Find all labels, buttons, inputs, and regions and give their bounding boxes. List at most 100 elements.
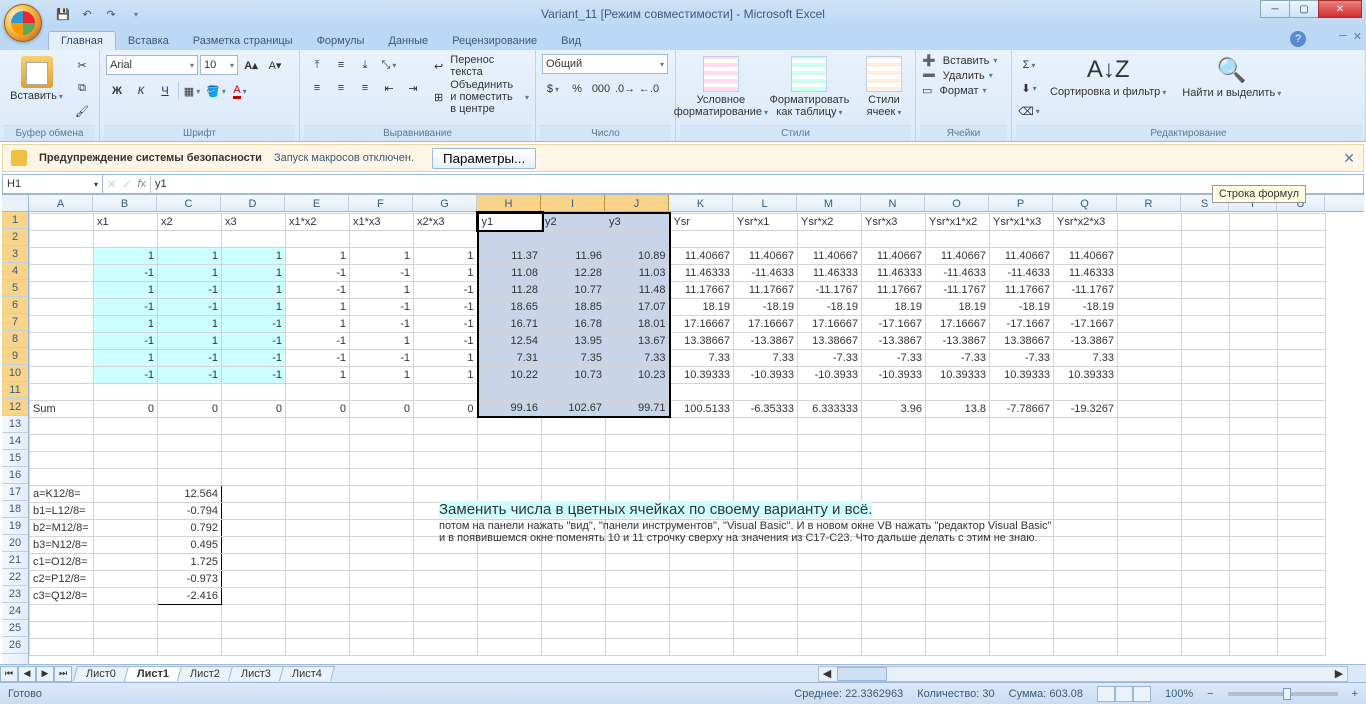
cell-G12[interactable]: 0 [414, 400, 478, 417]
sheet-tab-Лист1[interactable]: Лист1 [124, 666, 182, 681]
cell-D6[interactable]: 1 [222, 298, 286, 315]
cell-C16[interactable] [158, 468, 222, 485]
cell-H12[interactable]: 99.16 [478, 400, 542, 417]
cell-T4[interactable] [1230, 264, 1278, 281]
cell-Q15[interactable] [1054, 451, 1118, 468]
cell-O21[interactable] [926, 553, 990, 570]
cell-E3[interactable]: 1 [286, 247, 350, 264]
cell-B20[interactable] [94, 536, 158, 553]
cell-Q9[interactable]: 7.33 [1054, 349, 1118, 366]
cell-U21[interactable] [1278, 553, 1326, 570]
cell-L4[interactable]: -11.4633 [734, 264, 798, 281]
cell-L7[interactable]: 17.16667 [734, 315, 798, 332]
cell-U3[interactable] [1278, 247, 1326, 264]
cell-J24[interactable] [606, 604, 670, 621]
cell-I11[interactable] [542, 383, 606, 400]
cell-E19[interactable] [286, 519, 350, 536]
cell-Q1[interactable]: Ysr*x2*x3 [1054, 213, 1118, 230]
cell-T6[interactable] [1230, 298, 1278, 315]
cell-K9[interactable]: 7.33 [670, 349, 734, 366]
cell-D2[interactable] [222, 230, 286, 247]
cell-I4[interactable]: 12.28 [542, 264, 606, 281]
col-header-C[interactable]: C [157, 195, 221, 211]
cell-T9[interactable] [1230, 349, 1278, 366]
cell-T11[interactable] [1230, 383, 1278, 400]
cell-R24[interactable] [1118, 604, 1182, 621]
bold-icon[interactable]: Ж [106, 80, 128, 102]
cell-A25[interactable] [30, 621, 94, 638]
cell-L11[interactable] [734, 383, 798, 400]
cell-G24[interactable] [414, 604, 478, 621]
cell-I12[interactable]: 102.67 [542, 400, 606, 417]
cell-I23[interactable] [542, 587, 606, 604]
cell-F8[interactable]: 1 [350, 332, 414, 349]
cell-P23[interactable] [990, 587, 1054, 604]
cell-T3[interactable] [1230, 247, 1278, 264]
cell-O26[interactable] [926, 638, 990, 655]
cell-F10[interactable]: 1 [350, 366, 414, 383]
format-painter-icon[interactable]: 🖌 [71, 100, 93, 122]
cell-K21[interactable] [670, 553, 734, 570]
format-cells-button[interactable]: ▭ Формат [922, 84, 997, 97]
cell-F17[interactable] [350, 485, 414, 502]
cell-C18[interactable]: -0.794 [158, 502, 222, 519]
cell-T12[interactable] [1230, 400, 1278, 417]
accounting-icon[interactable]: $ [542, 78, 564, 100]
cell-Q23[interactable] [1054, 587, 1118, 604]
cell-S26[interactable] [1182, 638, 1230, 655]
cell-I22[interactable] [542, 570, 606, 587]
cell-H14[interactable] [478, 434, 542, 451]
cell-L8[interactable]: -13.3867 [734, 332, 798, 349]
sheet-tab-Лист0[interactable]: Лист0 [73, 666, 129, 681]
align-middle-icon[interactable]: ≡ [330, 54, 352, 76]
cell-E11[interactable] [286, 383, 350, 400]
cell-I5[interactable]: 10.77 [542, 281, 606, 298]
cell-A12[interactable]: Sum [30, 400, 94, 417]
col-header-B[interactable]: B [93, 195, 157, 211]
wrap-text-button[interactable]: ↩ Перенос текста [434, 54, 529, 78]
cell-M15[interactable] [798, 451, 862, 468]
cell-T25[interactable] [1230, 621, 1278, 638]
cell-R14[interactable] [1118, 434, 1182, 451]
row-header-20[interactable]: 20 [2, 535, 28, 552]
cell-R26[interactable] [1118, 638, 1182, 655]
cell-Q21[interactable] [1054, 553, 1118, 570]
row-header-13[interactable]: 13 [2, 416, 28, 433]
percent-icon[interactable]: % [566, 78, 588, 100]
cell-T13[interactable] [1230, 417, 1278, 434]
zoom-out-button[interactable]: − [1207, 688, 1213, 700]
cell-T23[interactable] [1230, 587, 1278, 604]
cell-R1[interactable] [1118, 213, 1182, 230]
cell-K12[interactable]: 100.5133 [670, 400, 734, 417]
cell-T24[interactable] [1230, 604, 1278, 621]
cell-S3[interactable] [1182, 247, 1230, 264]
cell-F6[interactable]: -1 [350, 298, 414, 315]
cell-S17[interactable] [1182, 485, 1230, 502]
cell-I2[interactable] [542, 230, 606, 247]
cell-A1[interactable] [30, 213, 94, 230]
cell-B24[interactable] [94, 604, 158, 621]
cell-K26[interactable] [670, 638, 734, 655]
cell-J9[interactable]: 7.33 [606, 349, 670, 366]
col-header-D[interactable]: D [221, 195, 285, 211]
cell-P6[interactable]: -18.19 [990, 298, 1054, 315]
align-left-icon[interactable]: ≡ [306, 77, 328, 99]
zoom-slider[interactable] [1228, 692, 1338, 696]
cell-L21[interactable] [734, 553, 798, 570]
cell-K24[interactable] [670, 604, 734, 621]
cell-E8[interactable]: -1 [286, 332, 350, 349]
row-header-25[interactable]: 25 [2, 620, 28, 637]
cell-L26[interactable] [734, 638, 798, 655]
insert-cells-button[interactable]: ➕ Вставить [922, 54, 997, 67]
cell-O12[interactable]: 13.8 [926, 400, 990, 417]
cell-A20[interactable]: b3=N12/8= [30, 536, 94, 553]
cell-A21[interactable]: c1=O12/8= [30, 553, 94, 570]
cell-E1[interactable]: x1*x2 [286, 213, 350, 230]
cell-F9[interactable]: -1 [350, 349, 414, 366]
cell-I3[interactable]: 11.96 [542, 247, 606, 264]
cell-R25[interactable] [1118, 621, 1182, 638]
fill-color-icon[interactable]: 🪣 [205, 80, 227, 102]
find-select-button[interactable]: 🔍Найти и выделить [1176, 54, 1287, 101]
cell-U11[interactable] [1278, 383, 1326, 400]
cell-N14[interactable] [862, 434, 926, 451]
